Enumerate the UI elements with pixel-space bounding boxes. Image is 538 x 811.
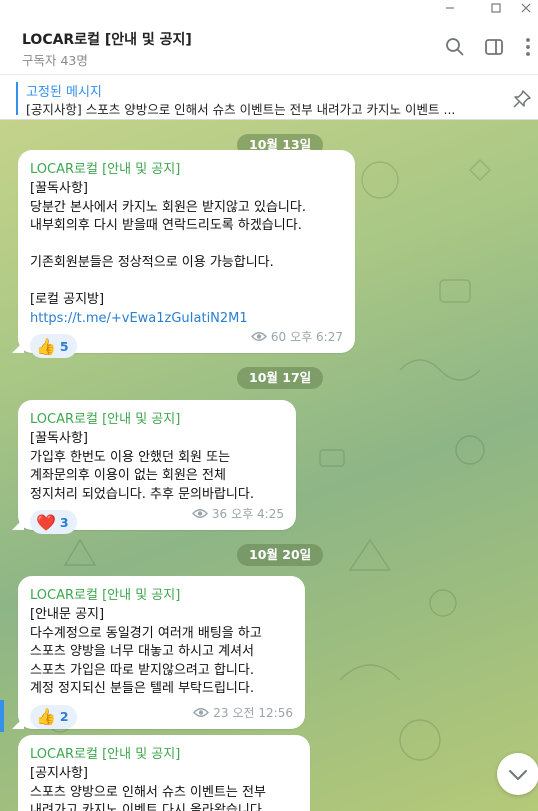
chat-header[interactable]: LOCAR로컬 [안내 및 공지] 구독자 43명 bbox=[0, 20, 538, 74]
search-icon[interactable] bbox=[444, 36, 466, 58]
date-separator: 10월 17일 bbox=[237, 367, 324, 389]
reaction-count: 2 bbox=[59, 709, 69, 724]
message-bubble[interactable]: LOCAR로컬 [안내 및 공지] [안내문 공지] 다수계정으로 동일경기 여… bbox=[12, 576, 305, 729]
message-time: 오후 6:27 bbox=[290, 330, 343, 344]
eye-icon bbox=[193, 708, 210, 717]
message-text: [꿀독사항] 가입후 한번도 이용 안했던 회원 또는 계좌문의후 이용이 없는… bbox=[30, 431, 254, 502]
subscriber-count: 구독자 43명 bbox=[22, 53, 88, 68]
message-list[interactable]: 10월 13일 LOCAR로컬 [안내 및 공지] [꿀독사항] 당분간 본사에… bbox=[0, 120, 538, 811]
sidebar-toggle-icon[interactable] bbox=[483, 36, 505, 58]
message-text: [공지사항] 스포츠 양방으로 인해서 슈츠 이벤트는 전부 내려가고 카지노 … bbox=[30, 766, 266, 811]
pinned-accent-bar bbox=[16, 82, 18, 115]
message-bubble[interactable]: LOCAR로컬 [안내 및 공지] [꿀독사항] 가입후 한번도 이용 안했던 … bbox=[12, 400, 296, 534]
chevron-down-icon bbox=[509, 770, 527, 780]
reaction-chip[interactable]: 👍 5 bbox=[30, 334, 77, 358]
pinned-title: 고정된 메시지 bbox=[26, 85, 102, 100]
message-meta: 23 오전 12:56 bbox=[193, 704, 293, 721]
message-sender[interactable]: LOCAR로컬 [안내 및 공지] bbox=[30, 584, 293, 603]
message-link[interactable]: https://t.me/+vEwa1zGuIatiN2M1 bbox=[30, 310, 343, 329]
view-count: 60 bbox=[270, 329, 287, 344]
thumbs-up-icon: 👍 bbox=[36, 336, 56, 356]
maximize-icon[interactable] bbox=[488, 2, 504, 16]
reaction-chip[interactable]: 👍 2 bbox=[30, 704, 77, 729]
message-sender[interactable]: LOCAR로컬 [안내 및 공지] bbox=[30, 158, 343, 177]
minimize-icon[interactable] bbox=[442, 2, 458, 16]
message-time: 오후 4:25 bbox=[231, 507, 284, 521]
pinned-text: [공지사항] 스포츠 양방으로 인해서 슈츠 이벤트는 전부 내려가고 카지노 … bbox=[26, 102, 456, 117]
message-bubble[interactable]: LOCAR로컬 [안내 및 공지] [꿀독사항] 당분간 본사에서 카지노 회원… bbox=[12, 150, 355, 358]
reaction-chip[interactable]: ❤️ 3 bbox=[30, 510, 77, 534]
window-titlebar bbox=[0, 0, 538, 20]
heart-icon: ❤️ bbox=[36, 512, 56, 532]
eye-icon bbox=[191, 509, 208, 518]
close-icon[interactable] bbox=[518, 2, 534, 16]
message-meta: 36 오후 4:25 bbox=[191, 505, 284, 522]
message-meta: 60 오후 6:27 bbox=[250, 328, 343, 345]
message-text: [꿀독사항] 당분간 본사에서 카지노 회원은 받지않고 있습니다. 내부회의후… bbox=[30, 181, 306, 307]
view-count: 23 bbox=[213, 705, 229, 720]
message-text: [안내문 공지] 다수계정으로 동일경기 여러개 배팅을 하고 스포츠 양방을 … bbox=[30, 607, 262, 696]
date-separator: 10월 20일 bbox=[237, 544, 324, 566]
message-sender[interactable]: LOCAR로컬 [안내 및 공지] bbox=[30, 743, 298, 762]
channel-title[interactable]: LOCAR로컬 [안내 및 공지] bbox=[22, 29, 192, 49]
scroll-down-button[interactable] bbox=[497, 753, 538, 795]
reaction-count: 5 bbox=[59, 338, 69, 354]
reaction-count: 3 bbox=[59, 514, 69, 530]
thumbs-up-icon: 👍 bbox=[36, 707, 56, 726]
message-sender[interactable]: LOCAR로컬 [안내 및 공지] bbox=[30, 408, 284, 427]
message-time: 오전 12:56 bbox=[232, 706, 293, 720]
message-bubble[interactable]: LOCAR로컬 [안내 및 공지] [공지사항] 스포츠 양방으로 인해서 슈츠… bbox=[18, 735, 310, 811]
pinned-message-bar[interactable]: 고정된 메시지 [공지사항] 스포츠 양방으로 인해서 슈츠 이벤트는 전부 내… bbox=[0, 74, 538, 120]
pin-icon[interactable] bbox=[512, 89, 532, 109]
view-count: 36 bbox=[211, 506, 228, 521]
eye-icon bbox=[250, 332, 267, 341]
more-vertical-icon[interactable] bbox=[517, 36, 538, 58]
selection-indicator bbox=[0, 700, 4, 732]
